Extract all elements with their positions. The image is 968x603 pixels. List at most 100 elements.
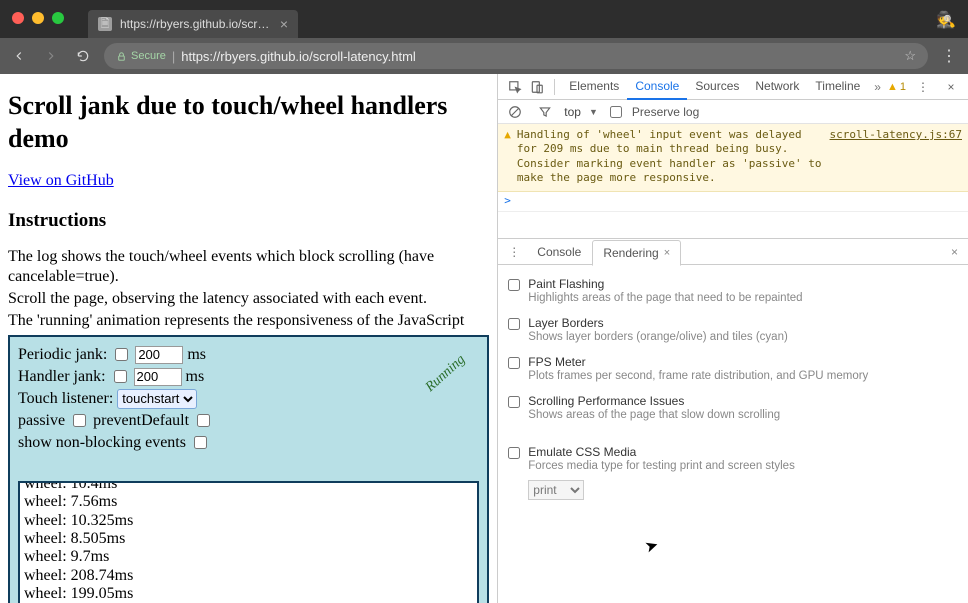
- back-button[interactable]: [8, 45, 30, 67]
- divider: |: [172, 49, 175, 64]
- drawer-tabbar: ⋮ Console Rendering × ×: [498, 239, 968, 265]
- browser-tab[interactable]: 🗎 https://rbyers.github.io/scroll-l ×: [88, 10, 298, 38]
- rendering-option-checkbox[interactable]: [508, 396, 520, 408]
- tab-elements[interactable]: Elements: [561, 74, 627, 100]
- rendering-option-desc: Forces media type for testing print and …: [528, 460, 795, 472]
- maximize-window-button[interactable]: [52, 12, 64, 24]
- tab-network[interactable]: Network: [747, 74, 807, 100]
- handler-jank-input[interactable]: [134, 368, 182, 386]
- warning-icon: ▲: [504, 128, 511, 185]
- browser-toolbar: Secure | https://rbyers.github.io/scroll…: [0, 38, 968, 74]
- tabs-overflow-icon[interactable]: »: [868, 80, 887, 94]
- close-tab-icon[interactable]: ×: [664, 247, 670, 259]
- rendering-option: Paint FlashingHighlights areas of the pa…: [502, 271, 964, 310]
- event-log[interactable]: wheel: 10.4mswheel: 7.56mswheel: 10.325m…: [18, 481, 479, 603]
- tab-title: https://rbyers.github.io/scroll-l: [120, 17, 272, 31]
- device-mode-icon[interactable]: [526, 77, 548, 97]
- filter-icon[interactable]: [534, 102, 556, 122]
- address-bar[interactable]: Secure | https://rbyers.github.io/scroll…: [104, 43, 928, 69]
- handler-jank-checkbox[interactable]: [114, 370, 127, 383]
- instructions-line-2: Scroll the page, observing the latency a…: [8, 289, 489, 309]
- clear-console-icon[interactable]: [504, 102, 526, 122]
- log-line: wheel: 8.505ms: [24, 530, 473, 548]
- content-area: Scroll jank due to touch/wheel handlers …: [0, 74, 968, 603]
- rendering-option-title: Scrolling Performance Issues: [528, 394, 780, 408]
- instructions-line-3: The 'running' animation represents the r…: [8, 311, 489, 331]
- window-titlebar: 🗎 https://rbyers.github.io/scroll-l × 🕵: [0, 0, 968, 38]
- tab-console[interactable]: Console: [627, 74, 687, 100]
- execution-context[interactable]: top: [564, 105, 581, 119]
- preventdefault-checkbox[interactable]: [197, 414, 210, 427]
- passive-checkbox[interactable]: [73, 414, 86, 427]
- drawer-menu-icon[interactable]: ⋮: [502, 245, 526, 259]
- preventdefault-label: preventDefault: [93, 411, 189, 431]
- log-line: wheel: 10.325ms: [24, 512, 473, 530]
- close-tab-icon[interactable]: ×: [280, 17, 288, 31]
- menu-button[interactable]: ⋮: [938, 45, 960, 67]
- periodic-jank-unit: ms: [187, 345, 206, 365]
- rendering-option-checkbox[interactable]: [508, 318, 520, 330]
- secure-label: Secure: [131, 50, 166, 62]
- github-link[interactable]: View on GitHub: [8, 172, 114, 189]
- periodic-jank-label: Periodic jank:: [18, 345, 107, 365]
- emulate-media-select[interactable]: print: [528, 480, 584, 500]
- rendering-option-checkbox[interactable]: [508, 279, 520, 291]
- rendering-option-desc: Highlights areas of the page that need t…: [528, 292, 802, 304]
- page-viewport[interactable]: Scroll jank due to touch/wheel handlers …: [0, 74, 497, 603]
- forward-button[interactable]: [40, 45, 62, 67]
- devtools-tabbar: Elements Console Sources Network Timelin…: [498, 74, 968, 100]
- drawer-tab-console[interactable]: Console: [526, 239, 592, 265]
- inspect-element-icon[interactable]: [504, 77, 526, 97]
- drawer-close-icon[interactable]: ×: [945, 245, 964, 259]
- warning-source-link[interactable]: scroll-latency.js:67: [830, 128, 962, 185]
- touch-listener-label: Touch listener:: [18, 389, 113, 409]
- url-text: https://rbyers.github.io/scroll-latency.…: [181, 49, 416, 64]
- periodic-jank-input[interactable]: [135, 346, 183, 364]
- rendering-option-title: Layer Borders: [528, 316, 788, 330]
- passive-label: passive: [18, 411, 65, 431]
- rendering-option-title: Emulate CSS Media: [528, 445, 795, 459]
- rendering-option-title: FPS Meter: [528, 355, 868, 369]
- devtools-menu-icon[interactable]: ⋮: [912, 77, 934, 97]
- devtools-close-icon[interactable]: ×: [940, 77, 962, 97]
- preserve-log-checkbox[interactable]: [610, 106, 622, 118]
- warning-count: 1: [900, 81, 906, 93]
- periodic-jank-checkbox[interactable]: [115, 348, 128, 361]
- context-dropdown-icon[interactable]: ▼: [589, 107, 598, 117]
- window-controls: [12, 12, 64, 24]
- incognito-icon: 🕵: [936, 10, 956, 30]
- rendering-option-checkbox[interactable]: [508, 357, 520, 369]
- touch-listener-select[interactable]: touchstart: [117, 389, 197, 409]
- page-icon: 🗎: [98, 17, 112, 31]
- drawer-tab-rendering[interactable]: Rendering ×: [592, 240, 681, 266]
- devtools-drawer: ⋮ Console Rendering × × Paint FlashingHi…: [498, 238, 968, 603]
- instructions-heading: Instructions: [8, 209, 489, 233]
- show-nonblocking-checkbox[interactable]: [194, 436, 207, 449]
- devtools-panel: Elements Console Sources Network Timelin…: [497, 74, 968, 603]
- minimize-window-button[interactable]: [32, 12, 44, 24]
- rendering-option-checkbox[interactable]: [508, 447, 520, 459]
- instructions-line-1: The log shows the touch/wheel events whi…: [8, 247, 489, 287]
- log-line: wheel: 7.56ms: [24, 493, 473, 511]
- console-output: ▲ Handling of 'wheel' input event was de…: [498, 124, 968, 212]
- warning-message: Handling of 'wheel' input event was dela…: [517, 128, 824, 185]
- close-window-button[interactable]: [12, 12, 24, 24]
- log-line: wheel: 9.7ms: [24, 548, 473, 566]
- reload-button[interactable]: [72, 45, 94, 67]
- handler-jank-unit: ms: [186, 367, 205, 387]
- warning-icon: ▲: [887, 81, 898, 93]
- rendering-option-title: Paint Flashing: [528, 277, 802, 291]
- console-prompt[interactable]: >: [498, 192, 968, 212]
- rendering-option-desc: Shows areas of the page that slow down s…: [528, 409, 780, 421]
- warning-count-badge[interactable]: ▲ 1: [887, 81, 906, 93]
- show-nonblocking-label: show non-blocking events: [18, 433, 186, 453]
- console-warning-row[interactable]: ▲ Handling of 'wheel' input event was de…: [498, 124, 968, 192]
- tab-sources[interactable]: Sources: [687, 74, 747, 100]
- secure-badge: Secure: [116, 50, 166, 62]
- rendering-option: Scrolling Performance IssuesShows areas …: [502, 388, 964, 427]
- bookmark-icon[interactable]: ☆: [904, 48, 916, 64]
- tab-timeline[interactable]: Timeline: [807, 74, 868, 100]
- rendering-panel: Paint FlashingHighlights areas of the pa…: [498, 265, 968, 510]
- page-title: Scroll jank due to touch/wheel handlers …: [8, 90, 489, 155]
- handler-jank-label: Handler jank:: [18, 367, 106, 387]
